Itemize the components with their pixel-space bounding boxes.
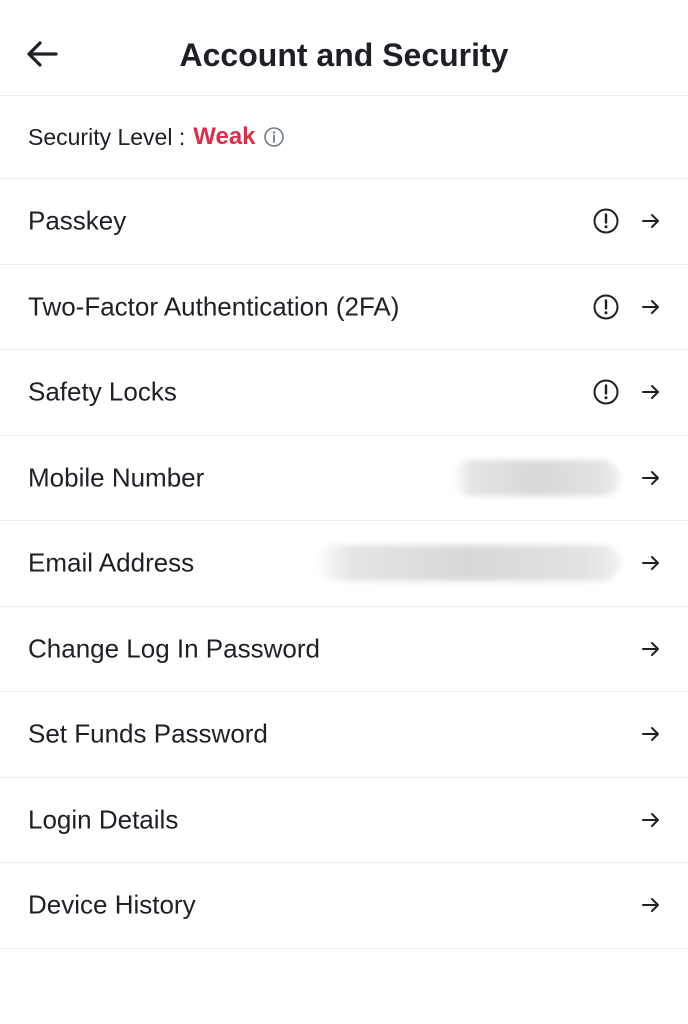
funds-password-label: Set Funds Password: [28, 718, 268, 749]
info-icon[interactable]: [263, 126, 285, 148]
warning-icon: [593, 379, 619, 405]
safety-locks-row[interactable]: Safety Locks: [0, 350, 688, 436]
header: Account and Security: [0, 0, 688, 96]
arrow-right-icon: [642, 214, 659, 229]
safety-locks-label: Safety Locks: [28, 376, 177, 407]
warning-icon: [593, 294, 619, 320]
arrow-right-icon: [642, 299, 659, 314]
mobile-number-row[interactable]: Mobile Number: [0, 436, 688, 521]
device-history-row[interactable]: Device History: [0, 863, 688, 949]
security-level-value: Weak: [193, 123, 256, 150]
change-password-label: Change Log In Password: [28, 633, 320, 664]
email-address-label: Email Address: [28, 547, 195, 578]
security-level: Security Level : Weak: [0, 96, 688, 179]
funds-password-row[interactable]: Set Funds Password: [0, 692, 688, 778]
change-password-row[interactable]: Change Log In Password: [0, 607, 688, 692]
settings-list: Passkey Two-Factor Authentication (2FA) …: [0, 179, 688, 949]
arrow-right-icon: [642, 812, 659, 827]
arrow-right-icon: [642, 641, 659, 656]
page-title: Account and Security: [179, 37, 509, 73]
redacted-mobile-value: [452, 459, 620, 496]
arrow-right-icon: [642, 470, 659, 485]
arrow-right-icon: [642, 385, 659, 400]
passkey-label: Passkey: [28, 205, 127, 236]
two-factor-row[interactable]: Two-Factor Authentication (2FA): [0, 265, 688, 350]
login-details-label: Login Details: [28, 804, 179, 835]
email-address-row[interactable]: Email Address: [0, 521, 688, 607]
warning-icon: [593, 208, 619, 234]
device-history-label: Device History: [28, 889, 196, 920]
redacted-email-value: [316, 545, 620, 582]
passkey-row[interactable]: Passkey: [0, 179, 688, 265]
arrow-right-icon: [642, 727, 659, 742]
arrow-right-icon: [642, 898, 659, 913]
arrow-right-icon: [642, 556, 659, 571]
login-details-row[interactable]: Login Details: [0, 778, 688, 863]
mobile-number-label: Mobile Number: [28, 462, 205, 493]
two-factor-label: Two-Factor Authentication (2FA): [28, 291, 400, 322]
security-level-label: Security Level :: [28, 123, 186, 150]
